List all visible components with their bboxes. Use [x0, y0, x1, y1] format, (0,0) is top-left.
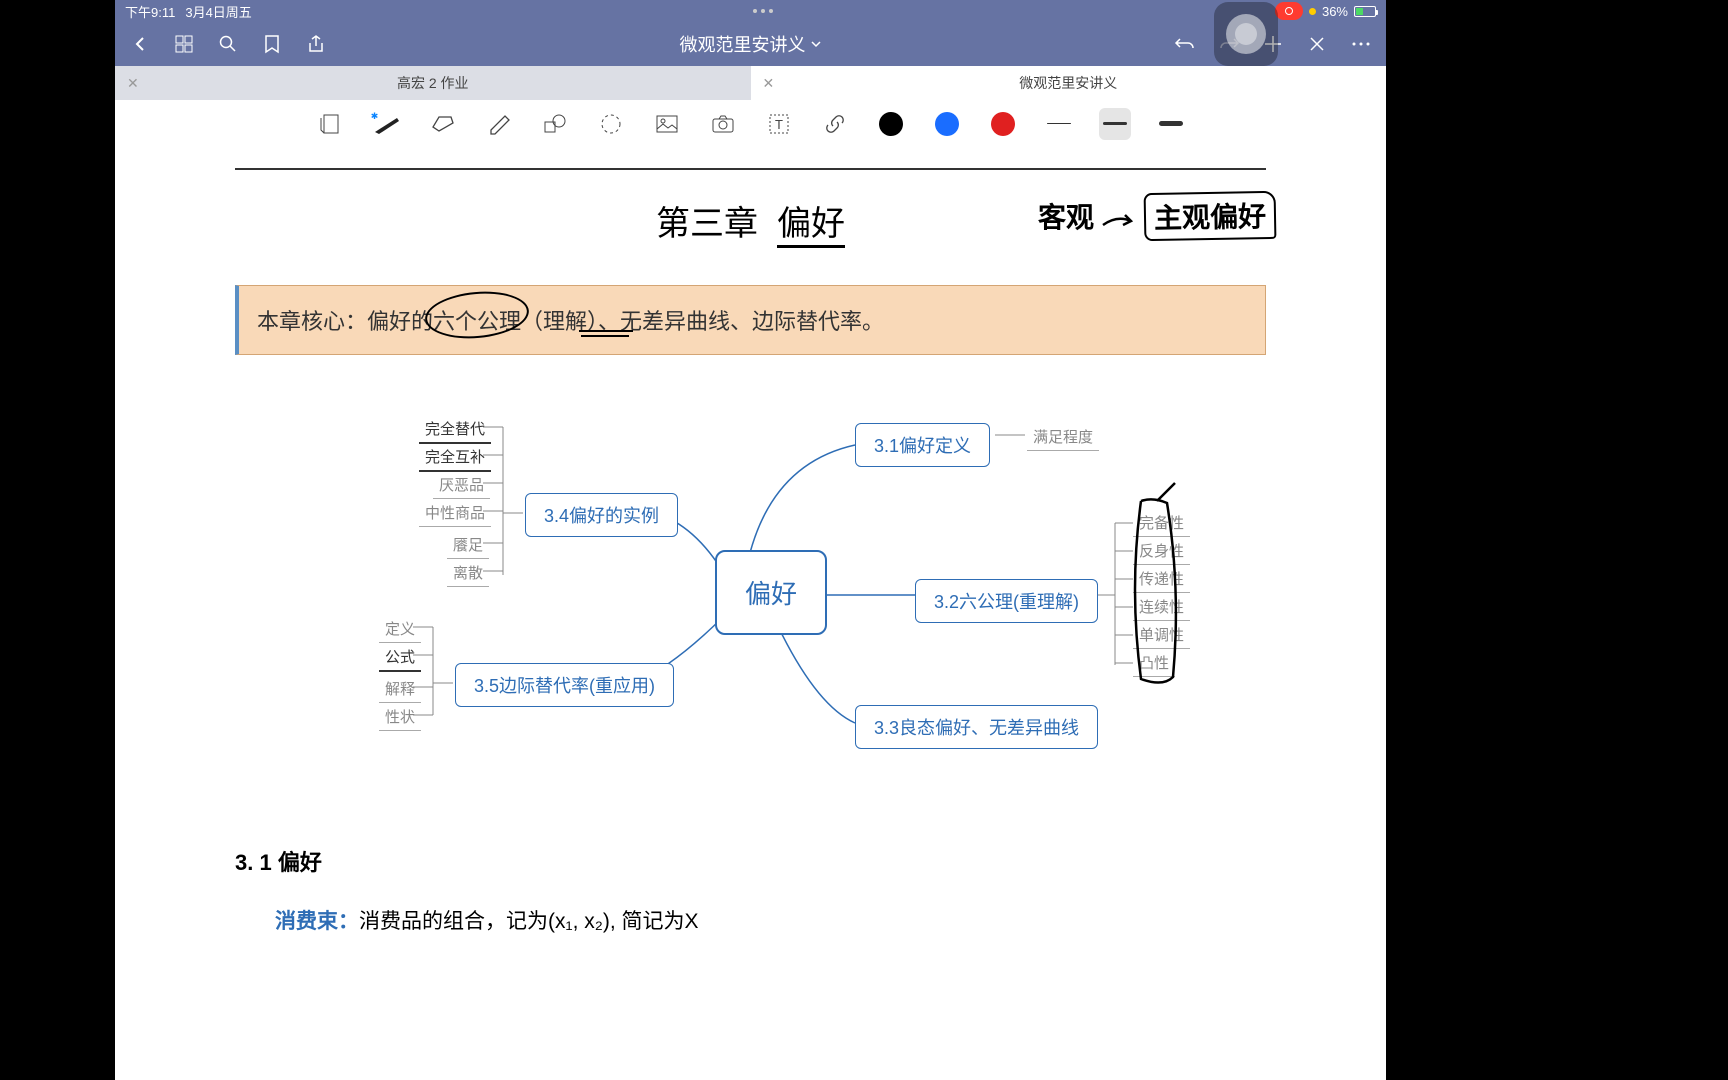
svg-text:T: T	[775, 117, 783, 132]
chapter-title: 第三章 偏好 客观 主观偏好	[235, 196, 1266, 245]
battery-icon	[1354, 6, 1376, 17]
mindmap: 偏好 3.1偏好定义 满足程度 3.2六公理(重理解) 完备性 反身性 传递性 …	[235, 405, 1266, 805]
color-black[interactable]	[875, 108, 907, 140]
section-body: 消费束：消费品的组合，记为(x₁, x₂), 简记为X	[235, 905, 1266, 935]
tab-1[interactable]: ✕ 高宏 2 作业	[115, 66, 751, 100]
stroke-thick[interactable]	[1155, 108, 1187, 140]
horizontal-rule	[235, 168, 1266, 170]
mindmap-leaf: 餍足	[447, 531, 489, 559]
color-red[interactable]	[987, 108, 1019, 140]
lasso-tool[interactable]	[595, 108, 627, 140]
tab-1-label: 高宏 2 作业	[397, 73, 469, 93]
handwriting-annotation: 客观 主观偏好	[1038, 192, 1276, 240]
mindmap-node-32: 3.2六公理(重理解)	[915, 579, 1098, 623]
stroke-medium[interactable]	[1099, 108, 1131, 140]
chevron-down-icon	[810, 38, 822, 50]
core-summary-box: 本章核心：偏好的六个公理（理解）、无差异曲线、边际替代率。	[235, 285, 1266, 355]
undo-icon[interactable]	[1174, 33, 1196, 55]
mindmap-node-35: 3.5边际替代率(重应用)	[455, 663, 674, 707]
location-indicator	[1309, 8, 1316, 15]
document-title[interactable]: 微观范里安讲义	[680, 31, 822, 57]
status-bar: 下午9:11 3月4日周五 36%	[115, 0, 1386, 22]
time: 下午9:11	[125, 2, 175, 21]
handwriting-underline	[579, 330, 633, 332]
tab-2-label: 微观范里安讲义	[1019, 73, 1117, 93]
mindmap-leaf: 公式	[379, 643, 421, 672]
recording-indicator[interactable]	[1275, 2, 1303, 20]
pen-tool[interactable]: ✱	[371, 108, 403, 140]
multitask-dots[interactable]	[753, 9, 773, 13]
color-blue[interactable]	[931, 108, 963, 140]
mindmap-leaf: 厌恶品	[433, 471, 490, 499]
handwriting-bracket	[1123, 479, 1193, 689]
assistive-touch[interactable]	[1214, 2, 1278, 66]
close-icon[interactable]	[1306, 33, 1328, 55]
navbar: 微观范里安讲义	[115, 22, 1386, 66]
mindmap-leaf: 离散	[447, 559, 489, 587]
shapes-tool[interactable]	[539, 108, 571, 140]
mindmap-node-31: 3.1偏好定义	[855, 423, 990, 467]
search-icon[interactable]	[217, 33, 239, 55]
stroke-thin[interactable]	[1043, 108, 1075, 140]
mindmap-leaf: 性状	[379, 703, 421, 731]
camera-tool[interactable]	[707, 108, 739, 140]
image-tool[interactable]	[651, 108, 683, 140]
toolbar: ✱ T	[115, 100, 1386, 148]
mindmap-node-33: 3.3良态偏好、无差异曲线	[855, 705, 1098, 749]
date: 3月4日周五	[185, 2, 251, 21]
bookmark-icon[interactable]	[261, 33, 283, 55]
share-icon[interactable]	[305, 33, 327, 55]
mindmap-leaf: 定义	[379, 615, 421, 643]
eraser-tool[interactable]	[427, 108, 459, 140]
more-icon[interactable]	[1350, 33, 1372, 55]
close-tab-icon[interactable]: ✕	[127, 75, 139, 92]
canvas[interactable]: 第三章 偏好 客观 主观偏好 本章核心：偏好的六个公理（理解）、无差异曲线、边际…	[115, 148, 1386, 1080]
mindmap-center: 偏好	[715, 550, 827, 635]
mindmap-leaf: 完全替代	[419, 415, 491, 444]
highlighter-tool[interactable]	[483, 108, 515, 140]
section-heading: 3. 1 偏好	[235, 845, 1266, 877]
handwriting-circle	[423, 288, 531, 343]
back-icon[interactable]	[129, 33, 151, 55]
page-flip-icon[interactable]	[315, 108, 347, 140]
grid-icon[interactable]	[173, 33, 195, 55]
text-tool[interactable]: T	[763, 108, 795, 140]
mindmap-leaf: 完全互补	[419, 443, 491, 472]
mindmap-leaf: 中性商品	[419, 499, 491, 527]
close-tab-icon[interactable]: ✕	[763, 75, 775, 92]
tab-2[interactable]: ✕ 微观范里安讲义	[751, 66, 1387, 100]
handwriting-underline	[581, 335, 629, 337]
battery-percent: 36%	[1322, 4, 1348, 19]
mindmap-node-34: 3.4偏好的实例	[525, 493, 678, 537]
tab-bar: ✕ 高宏 2 作业 ✕ 微观范里安讲义	[115, 66, 1386, 100]
link-tool[interactable]	[819, 108, 851, 140]
mindmap-leaf: 解释	[379, 675, 421, 703]
mindmap-leaf: 满足程度	[1027, 423, 1099, 451]
